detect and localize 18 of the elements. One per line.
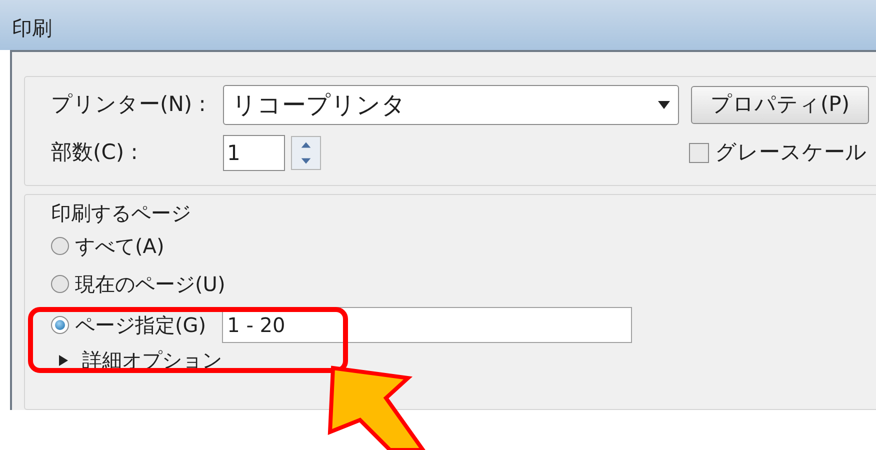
grayscale-checkbox[interactable] bbox=[689, 143, 709, 163]
grayscale-label: グレースケール bbox=[715, 139, 867, 166]
caret-icon bbox=[658, 101, 670, 109]
spin-buttons[interactable] bbox=[291, 136, 321, 170]
page-range-field[interactable]: 1 - 20 bbox=[222, 307, 632, 344]
window-title: 印刷 bbox=[12, 16, 52, 40]
radio-label: すべて(A) bbox=[75, 233, 164, 260]
properties-button[interactable]: プロパティ(P) bbox=[691, 86, 869, 124]
group-heading: 印刷するページ bbox=[51, 200, 192, 228]
radio-button[interactable] bbox=[51, 316, 69, 334]
radio-label: 現在のページ(U) bbox=[75, 271, 226, 298]
radio-button[interactable] bbox=[51, 275, 69, 294]
printer-label: プリンター(N) : bbox=[51, 91, 207, 118]
radio-label: ページ指定(G) bbox=[75, 312, 206, 340]
radio-button[interactable] bbox=[51, 237, 69, 256]
copies-field[interactable]: 1 bbox=[223, 135, 285, 171]
printer-dropdown[interactable]: リコープリンタ bbox=[223, 85, 679, 125]
copies-label: 部数(C) : bbox=[51, 139, 139, 166]
